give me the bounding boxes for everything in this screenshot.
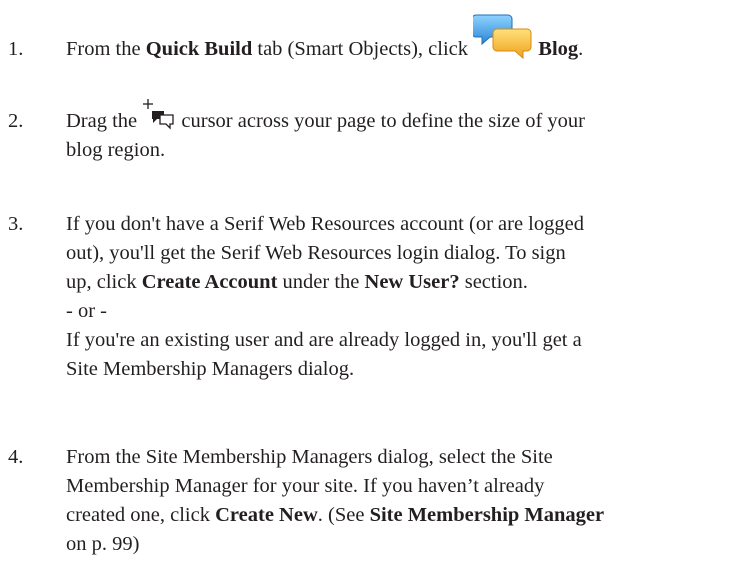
- text-line: Membership Manager for your site. If you…: [66, 475, 545, 497]
- text-segment: From the: [66, 38, 146, 60]
- step-text: From the Quick Build tab (Smart Objects)…: [66, 14, 730, 64]
- create-new-label: Create New: [215, 504, 318, 526]
- new-user-label: New User?: [364, 271, 460, 293]
- step-text: Drag the cursor across your page to defi…: [66, 99, 730, 165]
- create-account-label: Create Account: [141, 271, 278, 293]
- step-text: From the Site Membership Managers dialog…: [66, 443, 730, 559]
- blog-cursor-icon: [143, 99, 174, 130]
- text-segment: up, click: [66, 271, 142, 293]
- text-segment: section.: [459, 271, 528, 293]
- text-line: - or -: [66, 300, 107, 322]
- blog-label: Blog: [538, 38, 579, 60]
- text-segment: cursor across your page to define the si…: [181, 110, 585, 132]
- text-line: If you don't have a Serif Web Resources …: [66, 213, 584, 235]
- step-text: If you don't have a Serif Web Resources …: [66, 210, 730, 384]
- instruction-page: 1. From the Quick Build tab (Smart Objec…: [0, 0, 734, 581]
- text-segment: .: [578, 38, 584, 60]
- step-number: 4.: [8, 446, 24, 468]
- text-line: If you're an existing user and are alrea…: [66, 329, 582, 351]
- text-segment: Drag the: [66, 110, 138, 132]
- text-segment: created one, click: [66, 504, 216, 526]
- text-segment: . (See: [317, 504, 370, 526]
- text-segment: tab (Smart Objects), click: [252, 38, 474, 60]
- quick-build-label: Quick Build: [145, 38, 253, 60]
- text-line: on p. 99): [66, 533, 140, 555]
- step-number: 3.: [8, 213, 24, 235]
- text-segment: under the: [277, 271, 365, 293]
- blog-speech-bubbles-icon: [473, 14, 532, 60]
- text-line: blog region.: [66, 139, 166, 161]
- text-line: Site Membership Managers dialog.: [66, 358, 355, 380]
- step-number: 2.: [8, 110, 24, 132]
- site-membership-manager-label: Site Membership Manager: [369, 504, 605, 526]
- text-line: out), you'll get the Serif Web Resources…: [66, 242, 566, 264]
- text-line: From the Site Membership Managers dialog…: [66, 446, 553, 468]
- step-number: 1.: [8, 38, 24, 60]
